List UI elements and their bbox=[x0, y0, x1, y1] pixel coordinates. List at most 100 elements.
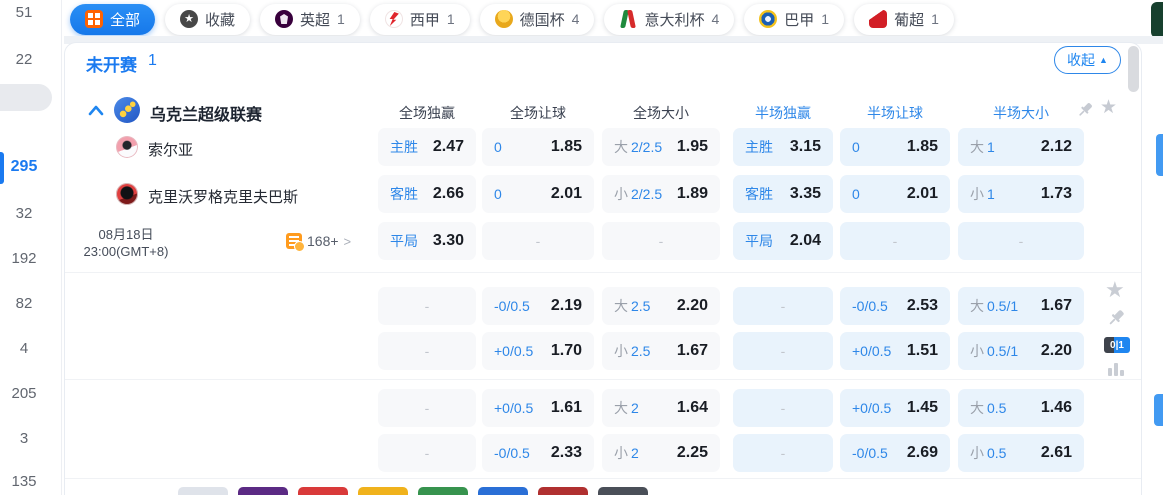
partial-floating-button[interactable] bbox=[1156, 134, 1163, 176]
tab-italy-cup[interactable]: 意大利杯 4 bbox=[604, 3, 735, 35]
favorite-star-icon[interactable]: ★ bbox=[1105, 277, 1125, 303]
sidebar-partial-pill[interactable] bbox=[0, 84, 52, 111]
odds-cell[interactable]: -0/0.5 2.69 bbox=[840, 434, 950, 472]
odds-cell[interactable]: -0/0.5 2.33 bbox=[482, 434, 594, 472]
odds-cell[interactable]: 大 0.5/1 1.67 bbox=[958, 287, 1084, 325]
odds-line: -0/0.5 bbox=[494, 298, 530, 314]
sidebar-count[interactable]: 22 bbox=[0, 49, 48, 71]
odds-cell[interactable]: +0/0.5 1.45 bbox=[840, 389, 950, 427]
partial-league-chip[interactable] bbox=[238, 487, 288, 495]
tab-german-cup[interactable]: 德国杯 4 bbox=[479, 3, 595, 35]
odds-cell-empty: - bbox=[733, 434, 833, 472]
odds-format-toggle[interactable]: 0|1 bbox=[1104, 337, 1130, 353]
odds-value: 2.19 bbox=[550, 297, 582, 314]
odds-cell[interactable]: 0 1.85 bbox=[840, 128, 950, 166]
tab-portugal-liga[interactable]: 葡超 1 bbox=[854, 3, 954, 35]
sidebar-count[interactable]: 3 bbox=[0, 428, 48, 450]
sidebar-count[interactable]: 192 bbox=[0, 248, 48, 270]
odds-cell[interactable]: +0/0.5 1.51 bbox=[840, 332, 950, 370]
odds-cell[interactable]: 主胜 2.47 bbox=[378, 128, 476, 166]
odds-line: 0 bbox=[494, 139, 502, 155]
odds-value: 2.20 bbox=[676, 297, 708, 314]
odds-line: 1 bbox=[987, 139, 995, 155]
odds-prefix: 小 bbox=[970, 343, 984, 359]
odds-cell[interactable]: +0/0.5 1.61 bbox=[482, 389, 594, 427]
sidebar-count-active[interactable]: 295 bbox=[0, 156, 48, 178]
match-time: 23:00(GMT+8) bbox=[83, 244, 169, 259]
partial-league-chip[interactable] bbox=[478, 487, 528, 495]
panel-scrollbar-thumb[interactable] bbox=[1128, 46, 1139, 92]
odds-line: +0/0.5 bbox=[494, 343, 534, 359]
odds-cell[interactable]: +0/0.5 1.70 bbox=[482, 332, 594, 370]
odds-cell[interactable]: 大 2/2.5 1.95 bbox=[602, 128, 720, 166]
pin-icon[interactable] bbox=[1076, 101, 1094, 119]
tab-all[interactable]: 全部 bbox=[70, 3, 156, 35]
odds-cell[interactable]: 主胜 3.15 bbox=[733, 128, 833, 166]
odds-cell[interactable]: 平局 2.04 bbox=[733, 222, 833, 260]
odds-cell[interactable]: 大 0.5 1.46 bbox=[958, 389, 1084, 427]
odds-label: 0 bbox=[852, 186, 860, 202]
tab-laliga[interactable]: 西甲 1 bbox=[369, 3, 470, 35]
sidebar-count[interactable]: 205 bbox=[0, 383, 48, 405]
odds-cell[interactable]: 0 1.85 bbox=[482, 128, 594, 166]
odds-label: +0/0.5 bbox=[852, 343, 891, 359]
partial-league-chip[interactable] bbox=[298, 487, 348, 495]
away-team-name[interactable]: 克里沃罗格克里夫巴斯 bbox=[148, 186, 298, 207]
odds-cell[interactable]: 小 2.5 1.67 bbox=[602, 332, 720, 370]
odds-value: 2.69 bbox=[906, 444, 938, 461]
sidebar-count[interactable]: 32 bbox=[0, 203, 48, 225]
odds-cell-empty: - bbox=[378, 389, 476, 427]
tab-favorites[interactable]: 收藏 bbox=[165, 3, 251, 35]
odds-cell[interactable]: 小 2/2.5 1.89 bbox=[602, 175, 720, 213]
odds-line: 2.5 bbox=[631, 298, 651, 314]
odds-cell[interactable]: 客胜 3.35 bbox=[733, 175, 833, 213]
odds-cell[interactable]: 小 2 2.25 bbox=[602, 434, 720, 472]
odds-prefix: 大 bbox=[614, 400, 628, 416]
odds-cell[interactable]: 大 2.5 2.20 bbox=[602, 287, 720, 325]
partial-widget-top-right[interactable] bbox=[1151, 2, 1163, 38]
sidebar-count[interactable]: 4 bbox=[0, 338, 48, 360]
odds-label: 小2 bbox=[614, 443, 639, 463]
partial-league-chip[interactable] bbox=[178, 487, 228, 495]
star-icon[interactable]: ★ bbox=[1100, 96, 1117, 119]
sidebar-count[interactable]: 82 bbox=[0, 293, 48, 315]
partial-league-chip[interactable] bbox=[418, 487, 468, 495]
odds-line: 主胜 bbox=[745, 139, 773, 155]
odds-label: 主胜 bbox=[390, 137, 418, 157]
partial-league-chip[interactable] bbox=[598, 487, 648, 495]
collapse-button[interactable]: 收起 ▲ bbox=[1054, 46, 1121, 74]
partial-floating-button[interactable] bbox=[1154, 394, 1163, 426]
pin-icon[interactable] bbox=[1106, 308, 1126, 328]
odds-cell[interactable]: 平局 3.30 bbox=[378, 222, 476, 260]
odds-cell[interactable]: 小 1 1.73 bbox=[958, 175, 1084, 213]
odds-cell[interactable]: 小 0.5 2.61 bbox=[958, 434, 1084, 472]
section-status-label: 未开赛 bbox=[86, 56, 137, 75]
odds-label: 大 0.5 bbox=[970, 398, 1006, 418]
odds-cell[interactable]: 大 1 2.12 bbox=[958, 128, 1084, 166]
odds-cell[interactable]: 小 0.5/1 2.20 bbox=[958, 332, 1084, 370]
odds-prefix: 小 bbox=[614, 445, 628, 461]
italy-cup-icon bbox=[619, 10, 637, 28]
portugal-liga-icon bbox=[869, 10, 888, 28]
more-markets-link[interactable]: 168+ > bbox=[286, 233, 351, 252]
odds-cell[interactable]: -0/0.5 2.53 bbox=[840, 287, 950, 325]
home-team-name[interactable]: 索尔亚 bbox=[148, 139, 193, 160]
bar-chart-icon[interactable] bbox=[1106, 359, 1126, 379]
sidebar-count[interactable]: 135 bbox=[0, 471, 48, 493]
sidebar-count[interactable]: 51 bbox=[0, 2, 48, 24]
league-collapse-chevron-icon[interactable] bbox=[88, 104, 104, 116]
odds-cell[interactable]: 0 2.01 bbox=[482, 175, 594, 213]
partial-league-chip[interactable] bbox=[358, 487, 408, 495]
tab-premier-league[interactable]: 英超 1 bbox=[260, 3, 360, 35]
odds-cell[interactable]: 客胜 2.66 bbox=[378, 175, 476, 213]
odds-cell[interactable]: 大 2 1.64 bbox=[602, 389, 720, 427]
odds-value: 1.89 bbox=[676, 185, 708, 202]
odds-cell-empty: - bbox=[733, 287, 833, 325]
odds-cell[interactable]: 0 2.01 bbox=[840, 175, 950, 213]
odds-value: 1.46 bbox=[1040, 399, 1072, 416]
odds-line: -0/0.5 bbox=[852, 298, 888, 314]
tab-brazil-serie-a[interactable]: 巴甲 1 bbox=[744, 3, 845, 35]
match-date: 08月18日 bbox=[98, 227, 154, 242]
partial-league-chip[interactable] bbox=[538, 487, 588, 495]
odds-cell[interactable]: -0/0.5 2.19 bbox=[482, 287, 594, 325]
